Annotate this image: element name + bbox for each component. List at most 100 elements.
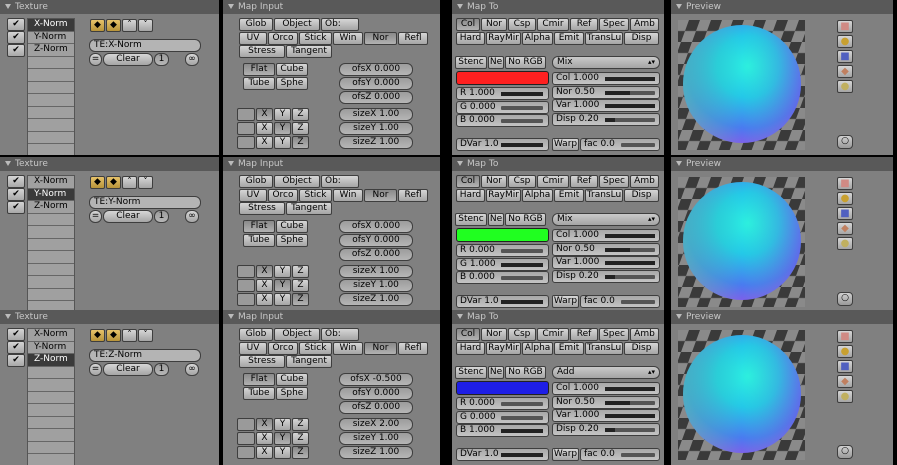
map-button-nor[interactable]: Nor xyxy=(364,32,397,45)
map-button-nor[interactable]: Nor xyxy=(364,189,397,202)
preview-shape-button[interactable]: ◆ xyxy=(837,222,853,235)
axis-mapping-slot[interactable] xyxy=(237,446,255,459)
rgb-slider-g[interactable]: G 0.000 xyxy=(456,410,549,424)
stencil-ne[interactable]: Ne xyxy=(488,213,504,226)
mapto-nor[interactable]: Nor xyxy=(481,175,507,188)
axis-mapping-x[interactable]: X xyxy=(256,432,273,445)
color-swatch[interactable] xyxy=(456,228,549,242)
axis-mapping-x[interactable]: X xyxy=(256,122,273,135)
preview-shape-button[interactable]: ● xyxy=(837,345,853,358)
rgb-slider-g[interactable]: G 0.000 xyxy=(456,100,549,114)
channel-checkbox[interactable]: ✔ xyxy=(7,18,25,31)
mapto-csp[interactable]: Csp xyxy=(508,175,536,188)
channel-slot-empty[interactable] xyxy=(28,94,74,107)
mapto-nor[interactable]: Nor xyxy=(481,328,507,341)
axis-mapping-y[interactable]: Y xyxy=(274,418,291,431)
stencil-ne[interactable]: Ne xyxy=(488,366,504,379)
flag-button[interactable]: ◆ xyxy=(106,176,121,189)
axis-mapping-x[interactable]: X xyxy=(256,418,273,431)
stencil-stenc[interactable]: Stenc xyxy=(455,213,487,226)
channel-slot-empty[interactable] xyxy=(28,132,74,144)
flag-button[interactable]: ˅ xyxy=(138,176,153,189)
channel-checkbox[interactable]: ✔ xyxy=(7,31,25,44)
panel-header[interactable]: Texture xyxy=(0,310,219,324)
panel-header[interactable]: Preview xyxy=(671,157,893,171)
mapto-disp[interactable]: Disp xyxy=(624,32,659,45)
axis-mapping-slot[interactable] xyxy=(237,108,255,121)
texture-name-field[interactable]: TE:Z-Norm xyxy=(89,349,201,362)
mapto-hard[interactable]: Hard xyxy=(456,32,485,45)
mapto-ref[interactable]: Ref xyxy=(570,175,598,188)
axis-mapping-z[interactable]: Z xyxy=(292,108,309,121)
channel-checkbox[interactable]: ✔ xyxy=(7,201,25,214)
axis-mapping-y[interactable]: Y xyxy=(274,136,291,149)
preview-shape-button[interactable]: ■ xyxy=(837,330,853,343)
mapto-alpha[interactable]: Alpha xyxy=(522,342,553,355)
channel-item[interactable]: Z-Norm xyxy=(28,201,74,214)
size-y[interactable]: sizeY 1.00 xyxy=(339,122,413,135)
map-button-uv[interactable]: UV xyxy=(239,189,267,202)
projection-flat[interactable]: Flat xyxy=(243,220,275,233)
channel-slot-empty[interactable] xyxy=(28,392,74,404)
preview-shape-button[interactable]: ● xyxy=(837,35,853,48)
factor-slider-col[interactable]: Col 1.000 xyxy=(552,229,660,242)
mapto-col[interactable]: Col xyxy=(456,18,480,31)
users-count[interactable]: 1 xyxy=(154,363,169,376)
map-button-orco[interactable]: Orco xyxy=(268,189,298,202)
axis-mapping-x[interactable]: X xyxy=(256,136,273,149)
axis-mapping-slot[interactable] xyxy=(237,432,255,445)
projection-flat[interactable]: Flat xyxy=(243,373,275,386)
map-button-uv[interactable]: UV xyxy=(239,342,267,355)
channel-checkbox[interactable]: ✔ xyxy=(7,188,25,201)
channel-checkbox[interactable]: ✔ xyxy=(7,175,25,188)
channel-slot-empty[interactable] xyxy=(28,276,74,289)
unlink-button[interactable]: = xyxy=(89,53,102,66)
offset-z[interactable]: ofsZ 0.000 xyxy=(339,248,413,261)
warp-toggle[interactable]: Warp xyxy=(552,138,579,151)
warp-fac-slider[interactable]: fac 0.0 xyxy=(580,448,660,461)
axis-mapping-x[interactable]: X xyxy=(256,265,273,278)
preview-shape-button[interactable]: ■ xyxy=(837,50,853,63)
channel-slot-empty[interactable] xyxy=(28,289,74,301)
axis-mapping-y[interactable]: Y xyxy=(274,432,291,445)
panel-header[interactable]: Preview xyxy=(671,310,893,324)
preview-shape-button[interactable]: ● xyxy=(837,237,853,250)
projection-cube[interactable]: Cube xyxy=(276,373,308,386)
axis-mapping-z[interactable]: Z xyxy=(292,265,309,278)
factor-slider-disp[interactable]: Disp 0.20 xyxy=(552,422,660,436)
channel-checkbox[interactable]: ✔ xyxy=(7,354,25,367)
axis-mapping-y[interactable]: Y xyxy=(274,293,291,306)
coord-button-glob[interactable]: Glob xyxy=(239,175,273,188)
preview-refresh-button[interactable]: ○ xyxy=(837,135,853,149)
preview-shape-button[interactable]: ◆ xyxy=(837,375,853,388)
channel-slot-empty[interactable] xyxy=(28,119,74,132)
stencil-no-rgb[interactable]: No RGB xyxy=(505,56,546,69)
flag-button[interactable]: ˄ xyxy=(122,176,137,189)
mapto-alpha[interactable]: Alpha xyxy=(522,32,553,45)
collapse-triangle-icon[interactable] xyxy=(457,4,463,9)
mapto-spec[interactable]: Spec xyxy=(599,18,629,31)
collapse-triangle-icon[interactable] xyxy=(228,314,234,319)
panel-header[interactable]: Map Input xyxy=(223,310,440,324)
size-z[interactable]: sizeZ 1.00 xyxy=(339,293,413,306)
flag-button[interactable]: ◆ xyxy=(90,329,105,342)
projection-sphe[interactable]: Sphe xyxy=(276,387,308,400)
map-button-tangent[interactable]: Tangent xyxy=(286,45,332,58)
warp-toggle[interactable]: Warp xyxy=(552,448,579,461)
users-count[interactable]: 1 xyxy=(154,210,169,223)
channel-item[interactable]: Y-Norm xyxy=(28,342,74,354)
channel-checkbox[interactable]: ✔ xyxy=(7,44,25,57)
axis-mapping-y[interactable]: Y xyxy=(274,279,291,292)
channel-item[interactable]: Y-Norm xyxy=(28,32,74,44)
channel-item[interactable]: Y-Norm xyxy=(28,188,74,201)
axis-mapping-slot[interactable] xyxy=(237,122,255,135)
mapto-disp[interactable]: Disp xyxy=(624,189,659,202)
panel-header[interactable]: Map Input xyxy=(223,157,440,171)
unlink-button[interactable]: = xyxy=(89,363,102,376)
map-button-stress[interactable]: Stress xyxy=(239,355,285,368)
channel-slot-empty[interactable] xyxy=(28,107,74,119)
mapto-raymir[interactable]: RayMir xyxy=(486,32,521,45)
channel-item[interactable]: X-Norm xyxy=(28,329,74,342)
fake-user-button[interactable]: ∞ xyxy=(185,53,199,66)
panel-header[interactable]: Map To xyxy=(452,157,664,171)
